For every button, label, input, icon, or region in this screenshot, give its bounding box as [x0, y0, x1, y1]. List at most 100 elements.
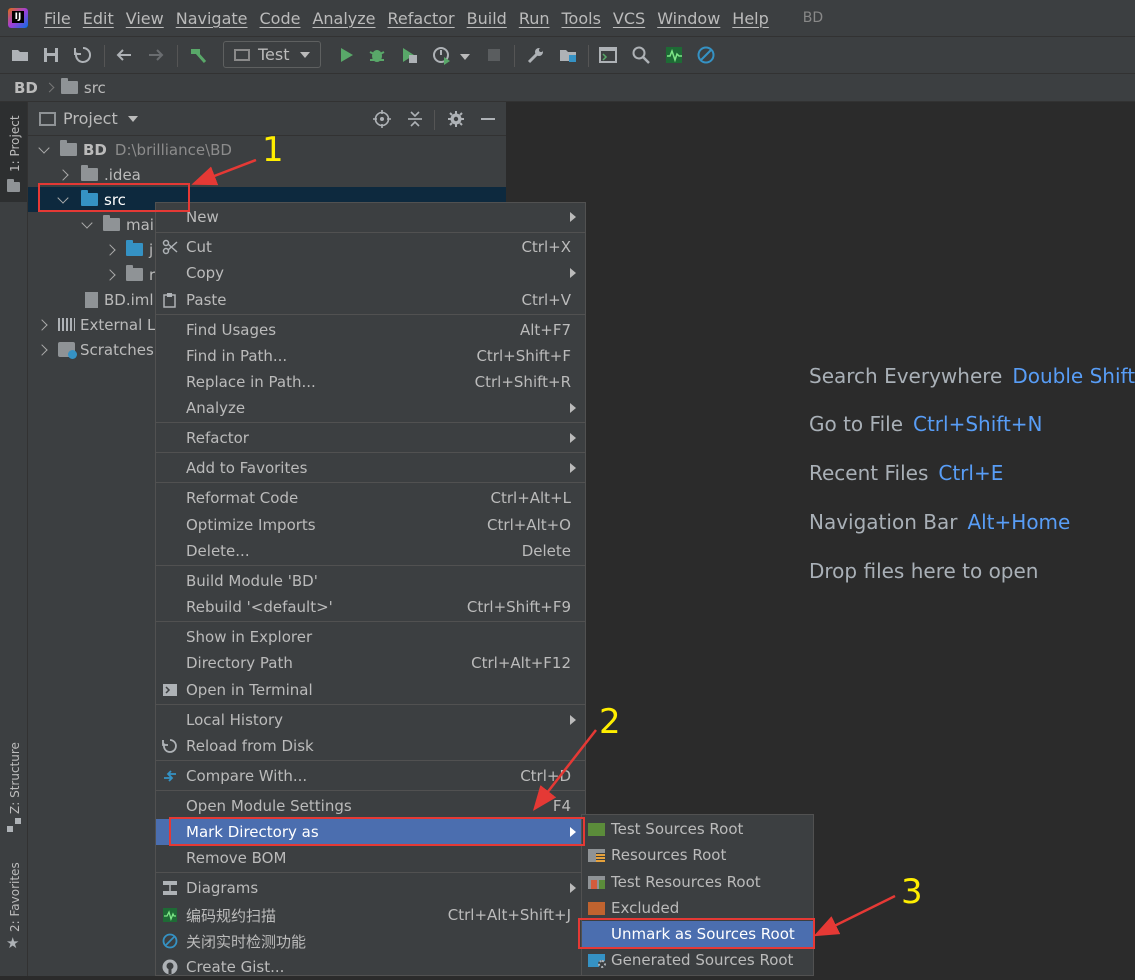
tree-node-main[interactable]: mai — [81, 212, 154, 237]
menu-item-paste[interactable]: Paste Ctrl+V — [156, 287, 585, 313]
menu-run[interactable]: Run — [513, 9, 556, 28]
menu-item-cut[interactable]: Cut Ctrl+X — [156, 234, 585, 260]
chevron-down-icon[interactable] — [81, 216, 93, 229]
structure-tool-tab[interactable]: Z: Structure — [8, 742, 22, 814]
locate-crosshair-icon[interactable] — [373, 110, 391, 128]
hint-go-to-file: Go to File Ctrl+Shift+N — [809, 412, 1043, 436]
build-hammer-icon[interactable] — [188, 45, 208, 65]
menu-item-compare-with[interactable]: Compare With... Ctrl+D — [156, 763, 585, 789]
submenu-item-test-resources-root[interactable]: Test Resources Root — [582, 869, 813, 895]
menu-item-copy[interactable]: Copy — [156, 260, 585, 286]
forward-icon[interactable] — [146, 45, 166, 65]
breadcrumb-project[interactable]: BD — [14, 79, 38, 97]
menu-item-open-module-settings[interactable]: Open Module Settings F4 — [156, 793, 585, 819]
project-view-select[interactable]: Project — [63, 109, 118, 128]
wrench-icon[interactable] — [526, 45, 546, 65]
tree-ext-label: External Li — [80, 315, 160, 334]
menu-item-find-in-path[interactable]: Find in Path... Ctrl+Shift+F — [156, 343, 585, 369]
chevron-down-icon[interactable] — [460, 54, 470, 60]
disable-realtime-check-icon[interactable] — [696, 45, 716, 65]
menu-item-shortcut: Ctrl+Alt+O — [487, 516, 571, 534]
menu-item-code-scan[interactable]: 编码规约扫描 Ctrl+Alt+Shift+J — [156, 902, 585, 928]
menu-file[interactable]: File — [38, 9, 77, 28]
project-view-icon — [39, 111, 56, 126]
submenu-item-resources-root[interactable]: Resources Root — [582, 842, 813, 868]
run-icon[interactable] — [336, 45, 356, 65]
run-with-coverage-icon[interactable] — [399, 45, 419, 65]
menu-item-disable-realtime-check[interactable]: 关闭实时检测功能 — [156, 928, 585, 954]
stop-icon[interactable] — [484, 45, 504, 65]
chevron-down-icon[interactable] — [38, 141, 50, 154]
scratches-icon — [58, 342, 77, 359]
chevron-right-icon[interactable] — [104, 243, 116, 256]
menu-refactor[interactable]: Refactor — [382, 9, 461, 28]
menu-item-directory-path[interactable]: Directory Path Ctrl+Alt+F12 — [156, 650, 585, 676]
menu-item-find-usages[interactable]: Find Usages Alt+F7 — [156, 317, 585, 343]
menu-item-reload-from-disk[interactable]: Reload from Disk — [156, 733, 585, 759]
menu-help[interactable]: Help — [726, 9, 774, 28]
run-configuration-select[interactable]: Test — [223, 41, 321, 68]
menu-item-build-module[interactable]: Build Module 'BD' — [156, 568, 585, 594]
menu-view[interactable]: View — [120, 9, 170, 28]
menu-item-show-in-explorer[interactable]: Show in Explorer — [156, 624, 585, 650]
tree-node-resources[interactable]: r — [104, 262, 155, 287]
menu-item-remove-bom[interactable]: Remove BOM — [156, 845, 585, 871]
chevron-right-icon[interactable] — [36, 343, 48, 356]
menu-navigate[interactable]: Navigate — [170, 9, 254, 28]
menu-analyze[interactable]: Analyze — [306, 9, 381, 28]
submenu-item-label: Resources Root — [611, 846, 727, 864]
submenu-arrow-icon — [570, 433, 576, 443]
chevron-right-icon[interactable] — [36, 318, 48, 331]
chevron-right-icon[interactable] — [104, 268, 116, 281]
gear-icon[interactable] — [447, 110, 465, 128]
menu-item-label: Create Gist... — [186, 958, 285, 976]
debug-bug-icon[interactable] — [367, 45, 387, 65]
terminal-window-icon[interactable] — [598, 45, 618, 65]
menu-item-new[interactable]: New — [156, 204, 585, 230]
menu-code[interactable]: Code — [254, 9, 307, 28]
menu-item-delete[interactable]: Delete... Delete — [156, 538, 585, 564]
menu-window[interactable]: Window — [651, 9, 726, 28]
menu-edit[interactable]: Edit — [77, 9, 120, 28]
project-tool-tab-label[interactable]: 1: Project — [8, 115, 22, 172]
menu-build[interactable]: Build — [461, 9, 513, 28]
submenu-arrow-icon — [570, 268, 576, 278]
minimize-icon[interactable] — [481, 118, 495, 120]
submenu-item-generated-sources-root[interactable]: Generated Sources Root — [582, 947, 813, 973]
tree-node-iml[interactable]: BD.iml — [85, 287, 154, 312]
submenu-item-test-sources-root[interactable]: Test Sources Root — [582, 816, 813, 842]
menu-item-diagrams[interactable]: Diagrams — [156, 875, 585, 901]
tree-node-java[interactable]: j — [104, 237, 153, 262]
menu-item-refactor[interactable]: Refactor — [156, 425, 585, 451]
folder-icon — [60, 78, 78, 94]
menu-item-reformat-code[interactable]: Reformat Code Ctrl+Alt+L — [156, 485, 585, 511]
sync-icon[interactable] — [73, 45, 93, 65]
menu-item-rebuild[interactable]: Rebuild '<default>' Ctrl+Shift+F9 — [156, 594, 585, 620]
favorites-tool-tab[interactable]: 2: Favorites — [8, 862, 22, 932]
menu-item-open-in-terminal[interactable]: Open in Terminal — [156, 677, 585, 703]
menu-item-local-history[interactable]: Local History — [156, 707, 585, 733]
menu-item-replace-in-path[interactable]: Replace in Path... Ctrl+Shift+R — [156, 369, 585, 395]
tree-node-external-libraries[interactable]: External Li — [36, 312, 160, 337]
menu-item-optimize-imports[interactable]: Optimize Imports Ctrl+Alt+O — [156, 512, 585, 538]
search-icon[interactable] — [631, 45, 651, 65]
back-icon[interactable] — [114, 45, 134, 65]
activity-monitor-icon[interactable] — [664, 45, 684, 65]
tree-node-project-root[interactable]: BD D:\brilliance\BD — [38, 137, 232, 162]
chevron-right-icon[interactable] — [57, 168, 69, 181]
menu-item-analyze[interactable]: Analyze — [156, 395, 585, 421]
menu-tools[interactable]: Tools — [556, 9, 607, 28]
collapse-all-icon[interactable] — [406, 110, 424, 128]
menu-item-create-gist[interactable]: Create Gist... — [156, 954, 585, 980]
menu-item-add-to-favorites[interactable]: Add to Favorites — [156, 455, 585, 481]
tree-node-scratches[interactable]: Scratches — [36, 337, 154, 362]
menu-vcs[interactable]: VCS — [607, 9, 651, 28]
project-structure-icon[interactable] — [558, 45, 578, 65]
open-folder-icon[interactable] — [10, 45, 30, 65]
save-icon[interactable] — [41, 45, 61, 65]
profile-icon[interactable] — [432, 45, 452, 65]
breadcrumb-src[interactable]: src — [84, 79, 106, 97]
submenu-item-label: Test Sources Root — [611, 820, 744, 838]
run-config-icon — [234, 48, 250, 61]
chevron-down-icon[interactable] — [127, 115, 138, 122]
